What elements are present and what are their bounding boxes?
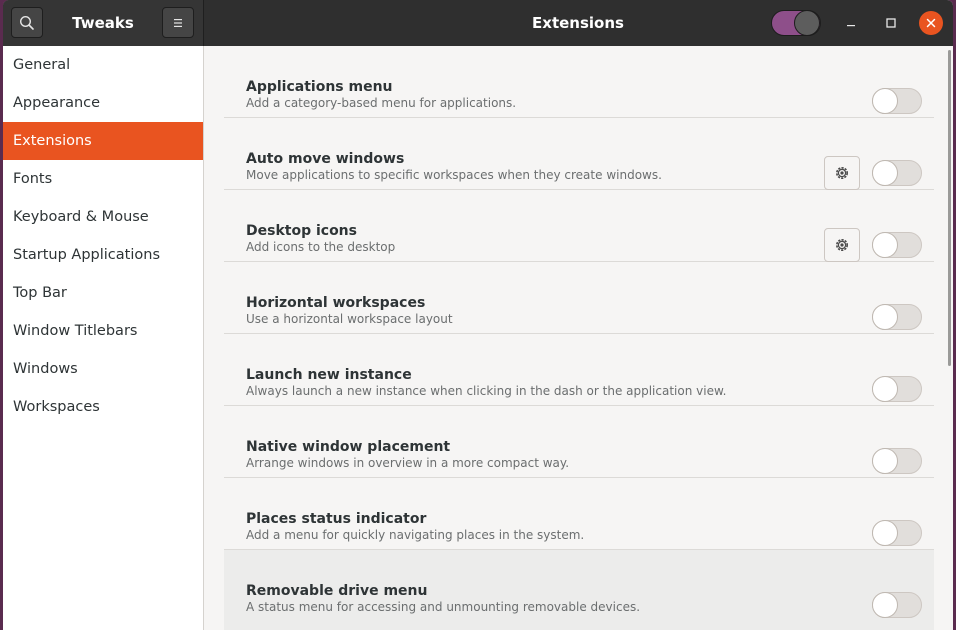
sidebar-item-fonts[interactable]: Fonts [3,160,203,198]
toggle-knob [872,160,898,186]
sidebar-item-window-titlebars[interactable]: Window Titlebars [3,312,203,350]
maximize-icon [886,18,896,28]
toggle-knob [872,592,898,618]
extension-description: Add a menu for quickly navigating places… [246,528,585,542]
sidebar: General Appearance Extensions Fonts Keyb… [3,46,204,630]
close-button[interactable] [919,11,943,35]
extension-toggle[interactable] [872,376,922,402]
app-title: Tweaks [72,14,134,32]
header-bar: Tweaks Extensions [3,0,953,46]
extension-row-places-status-indicator: Places status indicator Add a menu for q… [224,478,934,550]
extension-description: Always launch a new instance when clicki… [246,384,727,398]
toggle-knob [872,448,898,474]
sidebar-item-extensions[interactable]: Extensions [3,122,203,160]
extension-name: Removable drive menu [246,583,428,599]
extension-row-applications-menu: Applications menu Add a category-based m… [224,46,934,118]
extension-name: Native window placement [246,439,451,455]
extension-row-removable-drive-menu: Removable drive menu A status menu for a… [224,550,934,630]
extension-row-launch-new-instance: Launch new instance Always launch a new … [224,334,934,406]
sidebar-item-workspaces[interactable]: Workspaces [3,388,203,426]
maximize-button[interactable] [879,11,903,35]
extensions-list: Applications menu Add a category-based m… [204,46,953,630]
sidebar-item-startup-applications[interactable]: Startup Applications [3,236,203,274]
extension-description: Add a category-based menu for applicatio… [246,96,517,110]
gear-icon [836,167,848,179]
toggle-knob [872,520,898,546]
extension-description: Add icons to the desktop [246,240,396,254]
extension-settings-button[interactable] [824,156,860,190]
header-sidebar-section: Tweaks [3,0,204,46]
switch-knob [794,10,820,36]
extension-description: Move applications to specific workspaces… [246,168,662,182]
extension-description: Use a horizontal workspace layout [246,312,453,326]
minimize-button[interactable] [839,11,863,35]
extensions-master-switch[interactable] [771,10,821,36]
toggle-knob [872,376,898,402]
toggle-knob [872,88,898,114]
extension-row-native-window-placement: Native window placement Arrange windows … [224,406,934,478]
extension-name: Desktop icons [246,223,357,239]
extension-settings-button[interactable] [824,228,860,262]
sidebar-item-keyboard-mouse[interactable]: Keyboard & Mouse [3,198,203,236]
extension-name: Applications menu [246,79,393,95]
extension-description: A status menu for accessing and unmounti… [246,600,641,614]
extension-toggle[interactable] [872,592,922,618]
sidebar-item-windows[interactable]: Windows [3,350,203,388]
search-button[interactable] [11,7,43,38]
extension-toggle[interactable] [872,448,922,474]
hamburger-menu-icon [174,18,182,27]
extension-toggle[interactable] [872,160,922,186]
gear-icon [836,239,848,251]
extension-description: Arrange windows in overview in a more co… [246,456,570,470]
extension-row-auto-move-windows: Auto move windows Move applications to s… [224,118,934,190]
toggle-knob [872,232,898,258]
extension-name: Places status indicator [246,511,427,527]
extension-toggle[interactable] [872,232,922,258]
extension-toggle[interactable] [872,520,922,546]
close-icon [926,18,936,28]
extension-row-desktop-icons: Desktop icons Add icons to the desktop [224,190,934,262]
toggle-knob [872,304,898,330]
sidebar-item-general[interactable]: General [3,46,203,84]
extension-name: Auto move windows [246,151,405,167]
menu-button[interactable] [162,7,194,38]
extension-name: Horizontal workspaces [246,295,426,311]
extension-toggle[interactable] [872,304,922,330]
extension-name: Launch new instance [246,367,412,383]
scrollbar[interactable] [948,50,951,366]
extension-row-horizontal-workspaces: Horizontal workspaces Use a horizontal w… [224,262,934,334]
search-icon [19,15,34,30]
sidebar-item-top-bar[interactable]: Top Bar [3,274,203,312]
extension-toggle[interactable] [872,88,922,114]
sidebar-item-appearance[interactable]: Appearance [3,84,203,122]
tweaks-window: Tweaks Extensions General Appearance Ext… [3,0,953,630]
minimize-icon [847,25,855,27]
